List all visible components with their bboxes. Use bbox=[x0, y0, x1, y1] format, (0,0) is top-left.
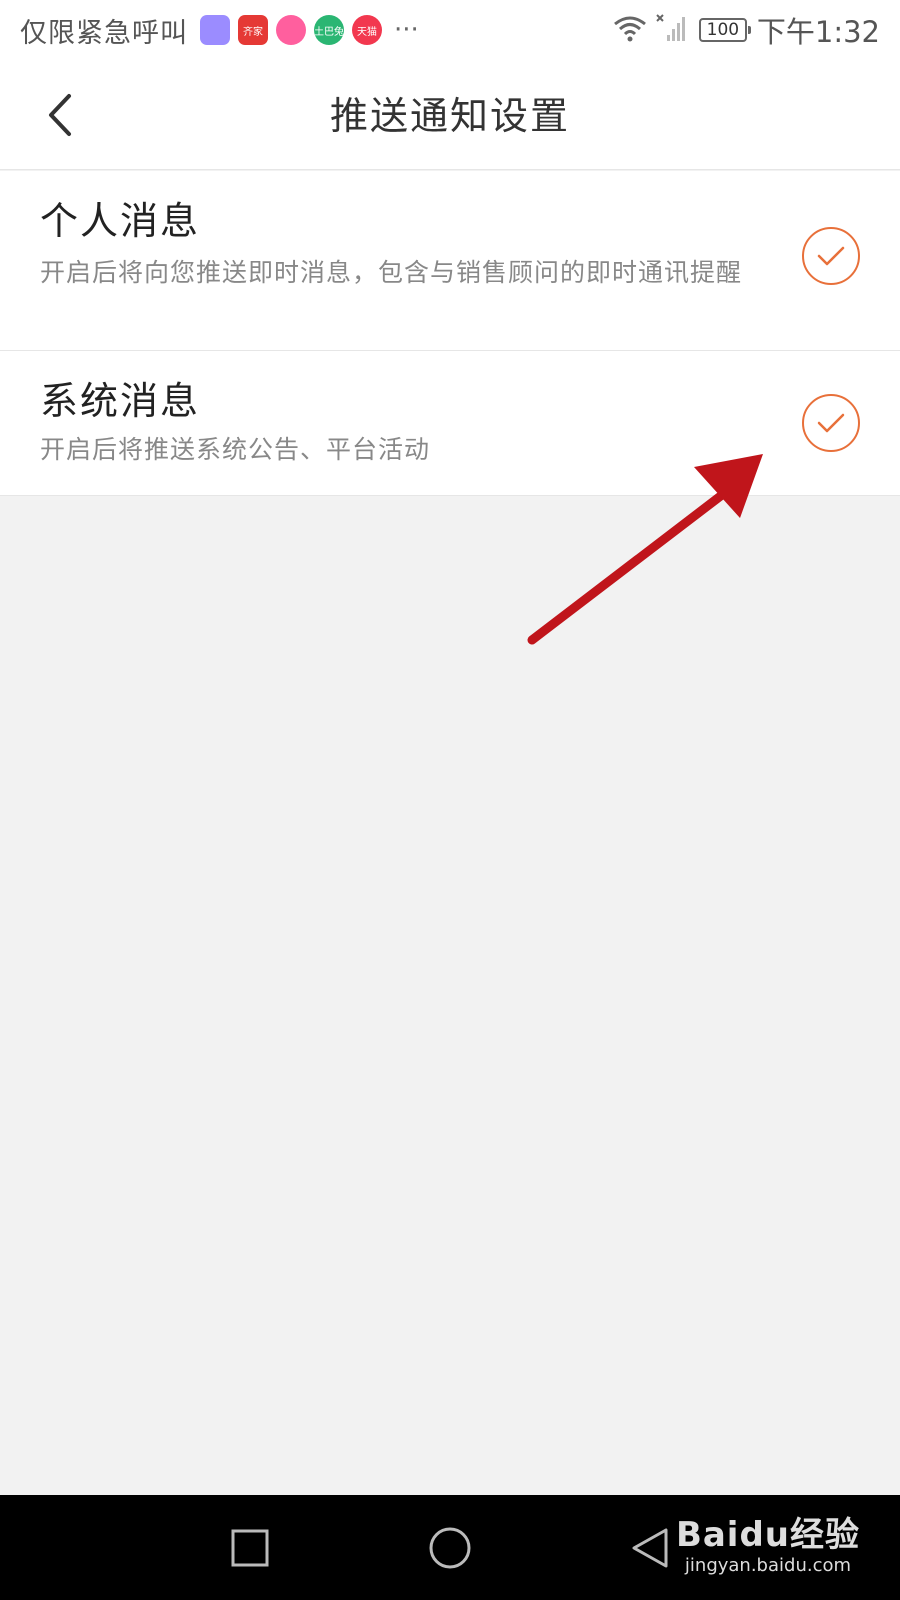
page-title: 推送通知设置 bbox=[329, 94, 570, 138]
system-nav-bar: Baidu经验 jingyan.baidu.com bbox=[0, 1495, 900, 1600]
status-bar: 仅限紧急呼叫 齐家 土巴兔 天猫 ··· 100 下午1:32 bbox=[0, 0, 900, 60]
circle-icon bbox=[429, 1527, 471, 1569]
watermark-brand: Baidu经验 bbox=[675, 1515, 860, 1555]
carrier-label: 仅限紧急呼叫 bbox=[20, 17, 188, 49]
pink-app-icon bbox=[276, 15, 306, 45]
home-button[interactable] bbox=[425, 1523, 475, 1573]
watermark-url: jingyan.baidu.com bbox=[684, 1555, 852, 1576]
tudou-app-icon: 土巴兔 bbox=[314, 15, 344, 45]
app-header: 推送通知设置 bbox=[0, 60, 900, 170]
square-icon bbox=[231, 1529, 269, 1567]
wifi-icon bbox=[613, 14, 647, 46]
settings-list: 个人消息 开启后将向您推送即时消息，包含与销售顾问的即时通讯提醒 系统消息 开启… bbox=[0, 171, 900, 496]
setting-description: 开启后将向您推送即时消息，包含与销售顾问的即时通讯提醒 bbox=[40, 258, 743, 287]
setting-title: 系统消息 bbox=[40, 379, 201, 423]
tmall-app-icon: 天猫 bbox=[352, 15, 382, 45]
checkmark-icon bbox=[817, 246, 845, 266]
recent-apps-button[interactable] bbox=[225, 1523, 275, 1573]
status-bar-right: 100 下午1:32 bbox=[613, 12, 880, 49]
checkmark-icon bbox=[817, 413, 845, 433]
personal-messages-checkbox[interactable] bbox=[802, 227, 860, 285]
status-time: 下午1:32 bbox=[756, 15, 880, 49]
nav-back-button[interactable] bbox=[625, 1523, 675, 1573]
setting-title: 个人消息 bbox=[40, 199, 201, 243]
setting-row-system-messages[interactable]: 系统消息 开启后将推送系统公告、平台活动 bbox=[0, 351, 900, 496]
qijia-app-icon: 齐家 bbox=[238, 15, 268, 45]
battery-icon: 100 bbox=[698, 18, 751, 42]
system-messages-checkbox[interactable] bbox=[802, 394, 860, 452]
no-signal-icon bbox=[655, 13, 685, 47]
setting-row-personal-messages[interactable]: 个人消息 开启后将向您推送即时消息，包含与销售顾问的即时通讯提醒 bbox=[0, 171, 900, 351]
setting-description: 开启后将推送系统公告、平台活动 bbox=[40, 435, 431, 464]
status-bar-left: 仅限紧急呼叫 齐家 土巴兔 天猫 ··· bbox=[20, 12, 419, 49]
more-notifications-icon: ··· bbox=[394, 15, 419, 45]
gift-app-icon bbox=[200, 15, 230, 45]
baidu-watermark: Baidu经验 jingyan.baidu.com bbox=[676, 1515, 860, 1577]
triangle-back-icon bbox=[632, 1528, 668, 1568]
